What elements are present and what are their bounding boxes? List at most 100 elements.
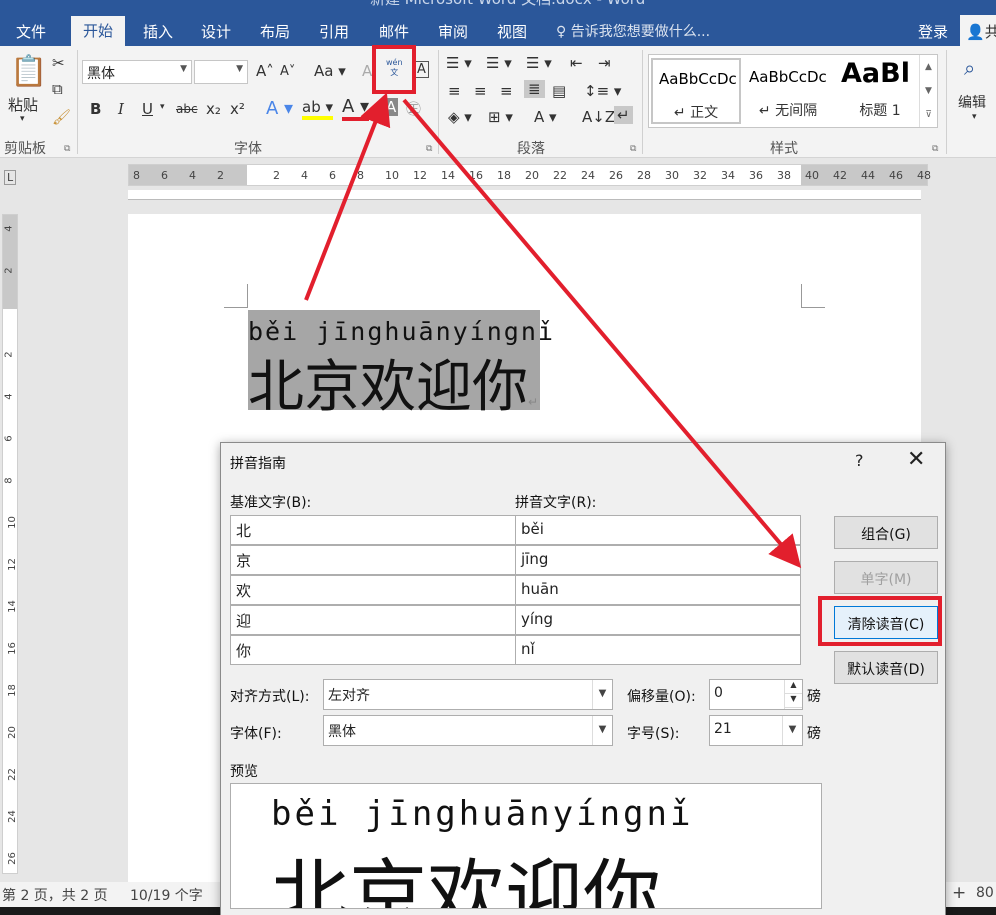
font-label: 字体(F):	[230, 726, 282, 742]
align-right-icon[interactable]: ≡	[500, 82, 513, 100]
increase-indent-icon[interactable]: ⇥	[598, 54, 611, 72]
zoom-in-button[interactable]: +	[952, 883, 966, 903]
editing-dropdown-icon[interactable]: ▾	[972, 112, 977, 122]
tab-selector-icon[interactable]: L	[4, 170, 17, 185]
previous-page-bottom	[128, 190, 921, 200]
cut-icon[interactable]: ✂	[52, 54, 65, 72]
base-cell[interactable]: 北	[230, 515, 516, 545]
doc-main-text[interactable]: 北京欢迎你↵	[248, 342, 538, 423]
align-left-icon[interactable]: ≡	[448, 82, 461, 100]
style-no-spacing[interactable]: AaBbCcDc ↵ 无间隔	[743, 58, 833, 124]
paragraph-launcher-icon[interactable]: ⧉	[630, 144, 636, 154]
borders-icon[interactable]: ⊞ ▾	[488, 108, 513, 126]
style-normal[interactable]: AaBbCcDc ↵ 正文	[651, 58, 741, 124]
highlight-box-phonetic-guide	[372, 45, 416, 94]
ruby-cell[interactable]: běi	[515, 515, 801, 545]
text-effects-icon[interactable]: A ▾	[266, 98, 293, 119]
numbering-icon[interactable]: ☰ ▾	[486, 54, 512, 72]
spin-down-icon[interactable]: ▼	[785, 694, 802, 708]
highlight-icon[interactable]: ab ▾	[302, 98, 334, 120]
decrease-indent-icon[interactable]: ⇤	[570, 54, 583, 72]
share-button[interactable]: 👤共	[960, 15, 996, 46]
search-icon[interactable]: ⌕	[964, 56, 975, 80]
group-button[interactable]: 组合(G)	[834, 516, 938, 549]
default-reading-button[interactable]: 默认读音(D)	[834, 651, 938, 684]
paste-icon[interactable]: 📋	[10, 54, 47, 89]
vruler-tick: 14	[6, 600, 18, 613]
chinese-layout-icon[interactable]: A ▾	[534, 108, 557, 126]
font-launcher-icon[interactable]: ⧉	[426, 144, 432, 154]
clear-format-icon[interactable]: A	[362, 62, 372, 80]
mono-button[interactable]: 单字(M)	[834, 561, 938, 594]
char-border-icon[interactable]: A	[414, 61, 429, 78]
tab-home[interactable]: 开始	[71, 16, 126, 46]
base-cell[interactable]: 京	[230, 545, 516, 575]
font-size-combo[interactable]: ▼	[194, 60, 248, 84]
tab-review[interactable]: 审阅	[438, 21, 468, 42]
tell-me-box[interactable]: ♀ 告诉我您想要做什么...	[556, 21, 710, 41]
ruby-cell[interactable]: huān	[515, 575, 801, 605]
editing-button[interactable]: 编辑	[958, 92, 986, 112]
enclose-char-icon[interactable]: ㊣	[406, 98, 421, 119]
ruby-cell[interactable]: yíng	[515, 605, 801, 635]
italic-button[interactable]: I	[118, 100, 124, 118]
tab-references[interactable]: 引用	[319, 21, 349, 42]
alignment-select[interactable]: 左对齐 ▼	[323, 679, 613, 710]
underline-button[interactable]: U	[142, 100, 153, 118]
clipboard-launcher-icon[interactable]: ⧉	[64, 144, 70, 154]
tab-file[interactable]: 文件	[16, 21, 46, 42]
subscript-button[interactable]: x₂	[206, 100, 221, 118]
shading-icon[interactable]: ◈ ▾	[448, 108, 472, 126]
close-icon[interactable]: ✕	[907, 447, 925, 472]
ruby-cell[interactable]: nǐ	[515, 635, 801, 665]
paste-button[interactable]: 粘贴	[8, 94, 38, 115]
bold-button[interactable]: B	[90, 100, 101, 118]
spinner-arrows[interactable]: ▲ ▼	[784, 680, 802, 709]
base-cell[interactable]: 你	[230, 635, 516, 665]
show-marks-icon[interactable]: ↵	[614, 106, 633, 124]
vruler-tick: 10	[6, 516, 18, 529]
styles-scroll[interactable]: ▲ ▼ ⊽	[919, 55, 937, 127]
style-preview: AaBl	[841, 58, 910, 89]
spin-up-icon[interactable]: ▲	[785, 680, 802, 694]
page-count[interactable]: 第 2 页，共 2 页	[2, 885, 108, 905]
justify-icon[interactable]: ≣	[524, 80, 545, 98]
word-count[interactable]: 10/19 个字	[130, 885, 203, 905]
tab-design[interactable]: 设计	[201, 21, 231, 42]
line-spacing-icon[interactable]: ↕≡ ▾	[584, 82, 621, 100]
change-case-icon[interactable]: Aa ▾	[314, 62, 346, 80]
ruby-cell[interactable]: jīng	[515, 545, 801, 575]
sort-icon[interactable]: A↓Z	[582, 108, 615, 126]
styles-launcher-icon[interactable]: ⧉	[932, 144, 938, 154]
paste-dropdown-icon[interactable]: ▾	[20, 114, 25, 124]
font-select[interactable]: 黑体 ▼	[323, 715, 613, 746]
zoom-level[interactable]: 80	[976, 885, 994, 901]
multilevel-list-icon[interactable]: ☰ ▾	[526, 54, 552, 72]
format-painter-icon[interactable]: 🖌	[52, 108, 71, 126]
horizontal-ruler[interactable]: 8 6 4 2 2 4 6 8 10 12 14 16 18 20 22 24 26 28 30 32 34 36 38 40…	[128, 164, 931, 186]
tab-view[interactable]: 视图	[497, 21, 527, 42]
strikethrough-button[interactable]: abc	[176, 102, 198, 116]
size-select[interactable]: 21 ▼	[709, 715, 803, 746]
underline-dropdown-icon[interactable]: ▾	[160, 102, 165, 112]
tab-layout[interactable]: 布局	[260, 21, 290, 42]
char-shading-icon[interactable]: A	[384, 98, 399, 116]
superscript-button[interactable]: x²	[230, 100, 245, 118]
grow-font-icon[interactable]: A˄	[256, 62, 274, 80]
login-link[interactable]: 登录	[918, 21, 948, 42]
base-cell[interactable]: 迎	[230, 605, 516, 635]
font-color-icon[interactable]: A ▾	[342, 96, 370, 121]
align-center-icon[interactable]: ≡	[474, 82, 487, 100]
distributed-icon[interactable]: ▤	[552, 82, 566, 100]
style-heading-1[interactable]: AaBl 标题 1	[835, 58, 925, 124]
help-button[interactable]: ?	[855, 451, 864, 470]
shrink-font-icon[interactable]: A˅	[280, 64, 295, 79]
copy-icon[interactable]: ⧉	[52, 80, 63, 98]
tab-mailings[interactable]: 邮件	[379, 21, 409, 42]
base-cell[interactable]: 欢	[230, 575, 516, 605]
bullets-icon[interactable]: ☰ ▾	[446, 54, 472, 72]
vertical-ruler[interactable]: 4 2 2 4 6 8 10 12 14 16 18 20 22 24 26	[2, 214, 18, 874]
font-name-combo[interactable]: 黑体 ▼	[82, 60, 192, 84]
offset-spinner[interactable]: 0 ▲ ▼	[709, 679, 803, 710]
tab-insert[interactable]: 插入	[143, 21, 173, 42]
